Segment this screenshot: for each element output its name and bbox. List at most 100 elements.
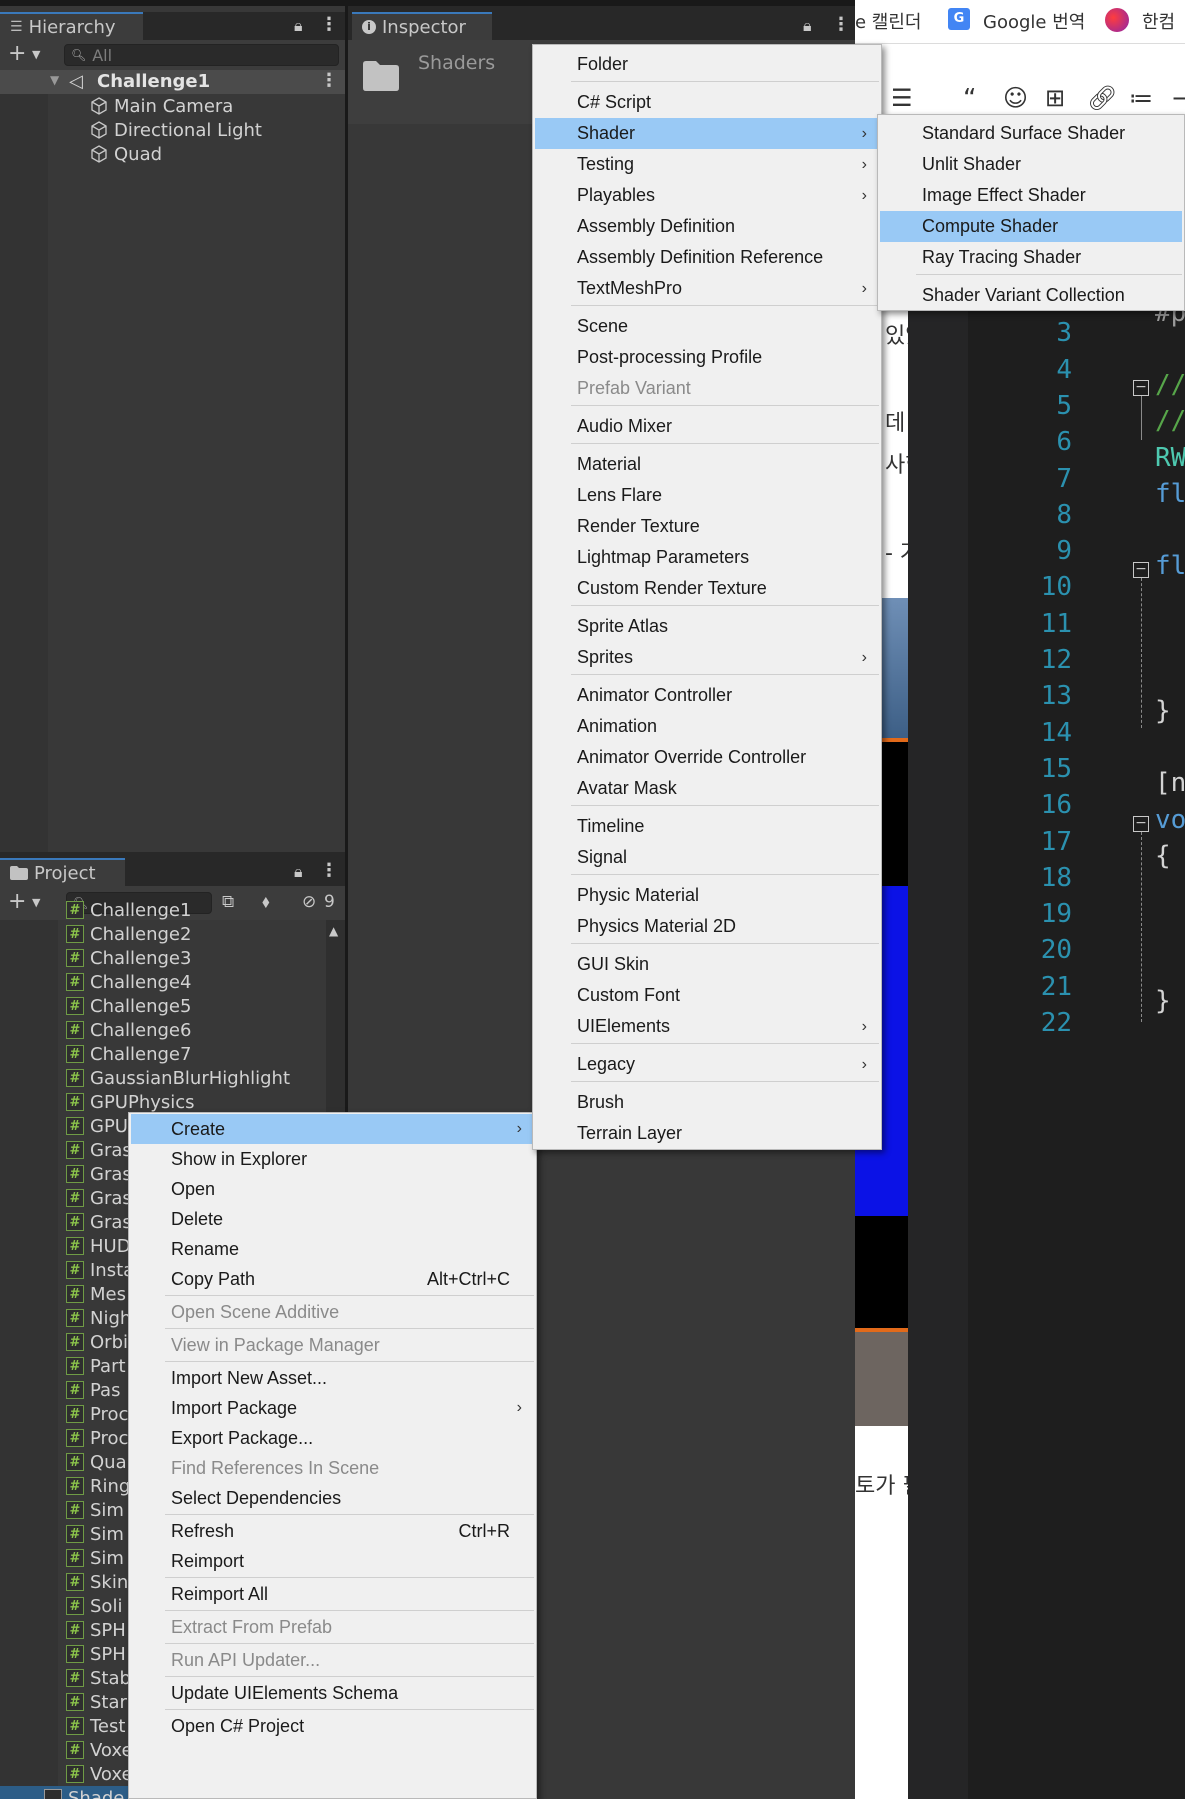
tab-project[interactable]: Project xyxy=(0,858,125,886)
project-list-item[interactable]: # Ring xyxy=(66,1474,130,1498)
context-menu-item[interactable]: Import New Asset... xyxy=(131,1363,534,1393)
hidden-eye-icon[interactable]: ⊘ xyxy=(302,892,316,912)
create-menu-item[interactable]: Scene xyxy=(535,311,879,342)
lock-icon[interactable]: 🔒︎ xyxy=(294,16,303,36)
project-list-item[interactable]: # Proc xyxy=(66,1402,128,1426)
context-menu-item[interactable]: Copy Path Alt+Ctrl+C xyxy=(131,1264,534,1294)
project-list-item[interactable]: # Nigh xyxy=(66,1306,131,1330)
project-list-item[interactable]: # Test xyxy=(66,1714,125,1738)
project-list-item[interactable]: # Skin xyxy=(66,1570,128,1594)
shader-menu-item[interactable]: Shader Variant Collection xyxy=(880,280,1182,311)
project-list-item[interactable]: # Sim xyxy=(66,1546,124,1570)
bookmark-calendar[interactable]: e 캘린더 xyxy=(855,8,921,34)
project-list-item[interactable]: # Stab xyxy=(66,1666,131,1690)
project-list-item[interactable]: # Gras xyxy=(66,1210,132,1234)
create-menu-item[interactable]: Legacy › xyxy=(535,1049,879,1080)
project-list-item[interactable]: # GPU xyxy=(66,1114,128,1138)
context-menu-item[interactable]: Export Package... xyxy=(131,1423,534,1453)
shader-menu-item[interactable]: Standard Surface Shader xyxy=(880,118,1182,149)
create-menu-item[interactable]: Animator Override Controller xyxy=(535,742,879,773)
create-menu-item[interactable]: Custom Font xyxy=(535,980,879,1011)
fold-toggle-icon[interactable]: − xyxy=(1133,816,1149,832)
inspector-lock-icon[interactable]: 🔒︎ xyxy=(803,16,812,36)
context-menu-item[interactable]: Refresh Ctrl+R xyxy=(131,1516,534,1546)
project-list-item[interactable]: # Gras xyxy=(66,1162,132,1186)
project-list-item[interactable]: # Qua xyxy=(66,1450,127,1474)
more-toolbar-icon[interactable]: − xyxy=(1171,84,1185,112)
project-list-item[interactable]: # GPUPhysics xyxy=(66,1090,195,1114)
create-menu-item[interactable]: Signal xyxy=(535,842,879,873)
create-menu-item[interactable]: Sprite Atlas xyxy=(535,611,879,642)
add-icon[interactable]: + xyxy=(8,41,26,66)
context-menu-item[interactable]: Show in Explorer xyxy=(131,1144,534,1174)
shader-menu-item[interactable]: Image Effect Shader xyxy=(880,180,1182,211)
project-list-item[interactable]: # SPH xyxy=(66,1642,126,1666)
chevron-down-icon[interactable]: ▼ xyxy=(32,896,40,909)
create-menu-item[interactable]: Shader › xyxy=(535,118,879,149)
project-list-item[interactable]: # Soli xyxy=(66,1594,122,1618)
create-menu-item[interactable]: Render Texture xyxy=(535,511,879,542)
shader-menu-item[interactable]: Unlit Shader xyxy=(880,149,1182,180)
create-menu-item[interactable]: Animator Controller xyxy=(535,680,879,711)
tab-hierarchy[interactable]: ☰ Hierarchy xyxy=(0,12,143,40)
create-menu-item[interactable]: Material xyxy=(535,449,879,480)
project-list-item[interactable]: # HUD xyxy=(66,1234,131,1258)
context-menu-item[interactable]: Open C# Project xyxy=(131,1711,534,1741)
create-menu-item[interactable]: Physics Material 2D xyxy=(535,911,879,942)
scene-more-icon[interactable]: ⋮ xyxy=(320,70,338,91)
project-list-item[interactable]: # Mes xyxy=(66,1282,126,1306)
project-list-item[interactable]: # Challenge7 xyxy=(66,1042,191,1066)
create-menu-item[interactable]: Lightmap Parameters xyxy=(535,542,879,573)
emoji-icon[interactable]: ☺ xyxy=(1003,84,1028,112)
project-lock-icon[interactable]: 🔒︎ xyxy=(294,862,303,882)
context-menu-item[interactable]: Import Package › xyxy=(131,1393,534,1423)
project-list-item[interactable]: # Part xyxy=(66,1354,126,1378)
create-menu-item[interactable]: Folder xyxy=(535,49,879,80)
context-menu-item[interactable]: Create › xyxy=(131,1114,534,1144)
project-list-item[interactable]: # Voxe xyxy=(66,1738,133,1762)
context-menu-item[interactable]: Reimport xyxy=(131,1546,534,1576)
shader-menu-item[interactable]: Ray Tracing Shader xyxy=(880,242,1182,273)
project-list-item[interactable]: # Challenge6 xyxy=(66,1018,191,1042)
shader-menu-item[interactable]: Compute Shader xyxy=(880,211,1182,242)
project-list-item[interactable]: Shade xyxy=(0,1786,128,1799)
fold-toggle-icon[interactable]: − xyxy=(1133,562,1149,578)
create-menu-item[interactable]: Avatar Mask xyxy=(535,773,879,804)
project-list-item[interactable]: # Orbi xyxy=(66,1330,128,1354)
fold-toggle-icon[interactable]: − xyxy=(1133,380,1149,396)
expand-arrow-icon[interactable]: ▼ xyxy=(50,73,59,87)
context-menu-item[interactable]: Delete xyxy=(131,1204,534,1234)
project-list-item[interactable]: # Gras xyxy=(66,1138,132,1162)
chevron-down-icon[interactable]: ▼ xyxy=(32,48,40,61)
project-list-item[interactable]: # Voxe xyxy=(66,1762,133,1786)
create-menu-item[interactable]: Assembly Definition Reference xyxy=(535,242,879,273)
table-icon[interactable]: ⊞ xyxy=(1045,84,1065,112)
quote-icon[interactable]: “ xyxy=(963,84,976,114)
create-menu-item[interactable]: Animation xyxy=(535,711,879,742)
add-icon[interactable]: + xyxy=(8,889,26,914)
context-menu-item[interactable]: Reimport All xyxy=(131,1579,534,1609)
scroll-up-icon[interactable]: ▲ xyxy=(329,924,338,938)
hierarchy-item[interactable]: Main Camera xyxy=(90,94,233,118)
create-menu-item[interactable]: Assembly Definition xyxy=(535,211,879,242)
tag-icon[interactable]: ⬧ xyxy=(262,892,270,912)
project-list-item[interactable]: # Challenge2 xyxy=(66,922,191,946)
create-menu-item[interactable]: C# Script xyxy=(535,87,879,118)
create-menu-item[interactable]: Post-processing Profile xyxy=(535,342,879,373)
context-menu-item[interactable]: Rename xyxy=(131,1234,534,1264)
list-icon[interactable]: ≔ xyxy=(1129,84,1153,112)
project-list-item[interactable]: # Challenge3 xyxy=(66,946,191,970)
inspector-more-icon[interactable]: ⋮ xyxy=(832,14,850,35)
create-menu-item[interactable]: Playables › xyxy=(535,180,879,211)
create-menu-item[interactable]: GUI Skin xyxy=(535,949,879,980)
project-list-item[interactable]: # Sim xyxy=(66,1498,124,1522)
bookmark-google-translate[interactable]: Google 번역 xyxy=(983,8,1085,34)
project-list-item[interactable]: # SPH xyxy=(66,1618,126,1642)
project-list-item[interactable]: # Sim xyxy=(66,1522,124,1546)
project-list-item[interactable]: # Gras xyxy=(66,1186,132,1210)
project-list-item[interactable]: # Pas xyxy=(66,1378,120,1402)
project-list-item[interactable]: # Insta xyxy=(66,1258,134,1282)
create-menu-item[interactable]: Lens Flare xyxy=(535,480,879,511)
project-list-item[interactable]: # Challenge5 xyxy=(66,994,191,1018)
project-list-item[interactable]: # GaussianBlurHighlight xyxy=(66,1066,290,1090)
